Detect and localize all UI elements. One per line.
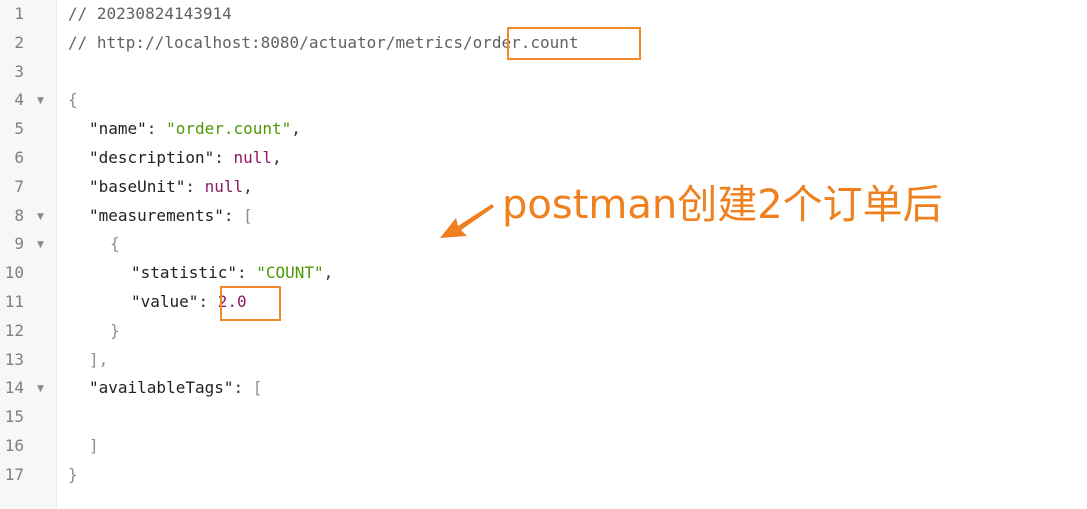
code-text: }: [110, 321, 120, 340]
code-line[interactable]: 1 // 20230824143914: [0, 1, 1087, 30]
code-text: "measurements": [: [89, 206, 253, 225]
code-token: :: [223, 205, 244, 225]
annotation-text: postman创建2个订单后: [502, 182, 943, 228]
code-token: :: [185, 176, 205, 196]
code-text: {: [68, 90, 78, 109]
code-line[interactable]: 5 "name": "order.count",: [0, 116, 1087, 145]
line-number: 2: [14, 32, 24, 52]
line-number: 6: [14, 148, 24, 167]
code-token: "availableTags": [89, 378, 234, 398]
fold-toggle-icon[interactable]: ▼: [37, 384, 44, 394]
code-token: {: [68, 90, 78, 110]
line-number: 4: [14, 90, 24, 110]
code-token: "description": [89, 148, 215, 167]
line-number: 3: [14, 61, 24, 81]
code-text: ]: [89, 436, 99, 455]
line-number: 7: [14, 176, 24, 196]
arrow-icon: [440, 204, 494, 238]
fold-toggle-icon[interactable]: ▼: [37, 96, 44, 106]
code-token: "statistic": [131, 263, 237, 283]
highlight-box-value: [220, 286, 281, 321]
code-line[interactable]: 15: [0, 404, 1087, 433]
code-token: "COUNT": [256, 263, 324, 283]
code-token: // http://localhost:8080/actuator/metric…: [68, 32, 579, 52]
code-text: {: [110, 234, 120, 253]
code-line[interactable]: 11 "value": 2.0: [0, 289, 1087, 318]
code-token: :: [198, 292, 218, 311]
code-token: "measurements": [89, 205, 224, 225]
code-text: "name": "order.count",: [89, 119, 301, 138]
code-token: :: [236, 263, 257, 283]
line-number: 12: [4, 320, 24, 340]
code-text: // http://localhost:8080/actuator/metric…: [68, 33, 579, 52]
line-number: 16: [4, 436, 24, 455]
code-token: "value": [131, 292, 199, 311]
code-token: [: [252, 378, 263, 398]
fold-toggle-icon[interactable]: ▼: [37, 240, 44, 250]
code-token: ]: [89, 436, 99, 455]
code-token: null: [204, 176, 244, 196]
code-token: "name": [89, 119, 147, 139]
code-line[interactable]: 9 ▼ {: [0, 231, 1087, 260]
code-line[interactable]: 14 ▼ "availableTags": [: [0, 375, 1087, 404]
code-token: }: [68, 464, 78, 484]
code-token: {: [110, 234, 120, 254]
code-token: "order.count": [166, 119, 292, 139]
code-token: ,: [272, 148, 282, 167]
code-text: "description": null,: [89, 148, 282, 167]
line-number: 17: [4, 464, 24, 484]
code-line[interactable]: 10 "statistic": "COUNT",: [0, 260, 1087, 289]
line-number: 1: [14, 4, 24, 23]
highlight-box-metric-name: [507, 27, 641, 60]
code-line[interactable]: 12}: [0, 318, 1087, 347]
code-text: "baseUnit": null,: [89, 177, 253, 196]
code-token: :: [214, 148, 234, 167]
code-token: :: [146, 119, 167, 139]
line-number: 10: [4, 263, 24, 283]
code-text: // 20230824143914: [68, 4, 232, 23]
line-number: 11: [4, 292, 24, 311]
code-line[interactable]: 16]: [0, 433, 1087, 462]
code-text: ],: [89, 350, 108, 369]
code-token: ,: [243, 176, 253, 196]
line-number: 15: [4, 407, 24, 427]
code-token: "baseUnit": [89, 176, 186, 196]
line-number: 13: [4, 349, 24, 369]
line-number: 14: [4, 378, 24, 398]
line-number: 8: [14, 205, 24, 225]
code-token: }: [110, 320, 120, 340]
code-line[interactable]: 17}: [0, 462, 1087, 491]
code-token: ],: [89, 349, 109, 369]
code-text: }: [68, 465, 78, 484]
code-token: [: [243, 205, 253, 225]
code-token: // 20230824143914: [68, 4, 232, 23]
code-token: ,: [291, 119, 301, 139]
code-line[interactable]: 13],: [0, 347, 1087, 376]
code-text: "availableTags": [: [89, 378, 262, 397]
code-token: null: [233, 148, 273, 167]
code-text: "statistic": "COUNT",: [131, 263, 333, 282]
line-number: 9: [14, 234, 24, 254]
code-line[interactable]: 4 ▼ {: [0, 87, 1087, 116]
code-line[interactable]: 3: [0, 59, 1087, 88]
code-token: :: [233, 378, 253, 398]
code-line[interactable]: 6 "description": null,: [0, 145, 1087, 174]
code-token: ,: [323, 263, 334, 283]
fold-toggle-icon[interactable]: ▼: [37, 212, 44, 222]
line-number: 5: [14, 119, 24, 139]
